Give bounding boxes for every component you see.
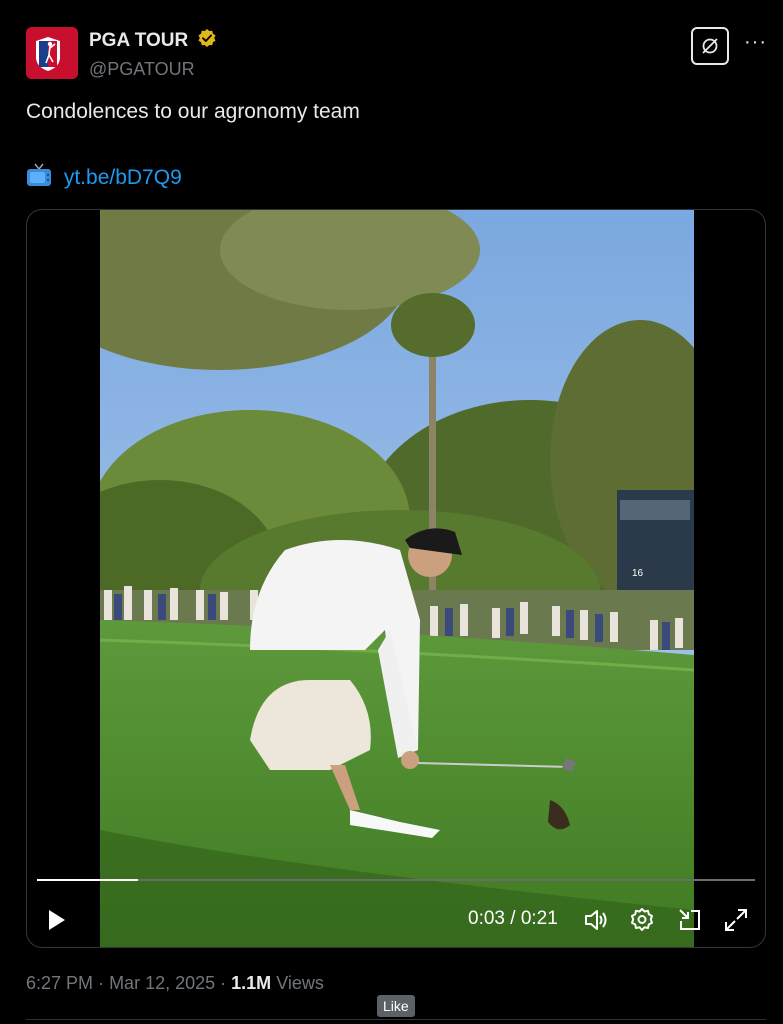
like-tooltip: Like bbox=[377, 995, 415, 1017]
dock-button[interactable] bbox=[677, 907, 703, 933]
dock-icon bbox=[679, 909, 700, 930]
tweet-link-row: yt.be/bD7Q9 bbox=[26, 163, 182, 193]
video-frame[interactable]: 16 bbox=[100, 210, 694, 947]
play-icon bbox=[49, 910, 65, 930]
fullscreen-icon bbox=[725, 909, 747, 931]
tweet-time[interactable]: 6:27 PM bbox=[26, 973, 93, 993]
video-progress-fill bbox=[37, 879, 138, 881]
volume-button[interactable] bbox=[583, 907, 609, 933]
tweet-text: Condolences to our agronomy team bbox=[26, 100, 360, 123]
tv-icon bbox=[26, 163, 52, 193]
tweet-meta: 6:27 PM · Mar 12, 2025 · 1.1M Views bbox=[26, 973, 324, 993]
grok-button[interactable] bbox=[691, 27, 729, 65]
settings-icon bbox=[631, 908, 653, 931]
hole-sign-number: 16 bbox=[632, 568, 644, 579]
pga-tour-logo-icon[interactable] bbox=[26, 27, 78, 79]
youtube-link[interactable]: yt.be/bD7Q9 bbox=[64, 166, 182, 189]
grok-icon bbox=[702, 38, 718, 54]
author-handle[interactable]: @PGATOUR bbox=[89, 59, 217, 80]
settings-button[interactable] bbox=[629, 907, 655, 933]
verified-badge-icon bbox=[197, 28, 217, 53]
tweet-header: PGA TOUR @PGATOUR ··· bbox=[26, 26, 766, 82]
author-block[interactable]: PGA TOUR @PGATOUR bbox=[89, 28, 217, 80]
more-options-button[interactable]: ··· bbox=[744, 32, 768, 56]
video-time: 0:03 / 0:21 bbox=[468, 908, 558, 929]
volume-icon bbox=[585, 910, 607, 930]
play-button[interactable] bbox=[43, 907, 69, 933]
tweet-date[interactable]: Mar 12, 2025 bbox=[109, 973, 215, 993]
video-player[interactable]: 16 0:03 / 0:21 bbox=[26, 209, 766, 948]
views-label: Views bbox=[276, 973, 324, 993]
display-name[interactable]: PGA TOUR bbox=[89, 30, 188, 52]
views-count: 1.1M bbox=[231, 973, 272, 993]
video-progress-bar[interactable] bbox=[37, 879, 755, 881]
divider bbox=[26, 1019, 766, 1020]
fullscreen-button[interactable] bbox=[723, 907, 749, 933]
